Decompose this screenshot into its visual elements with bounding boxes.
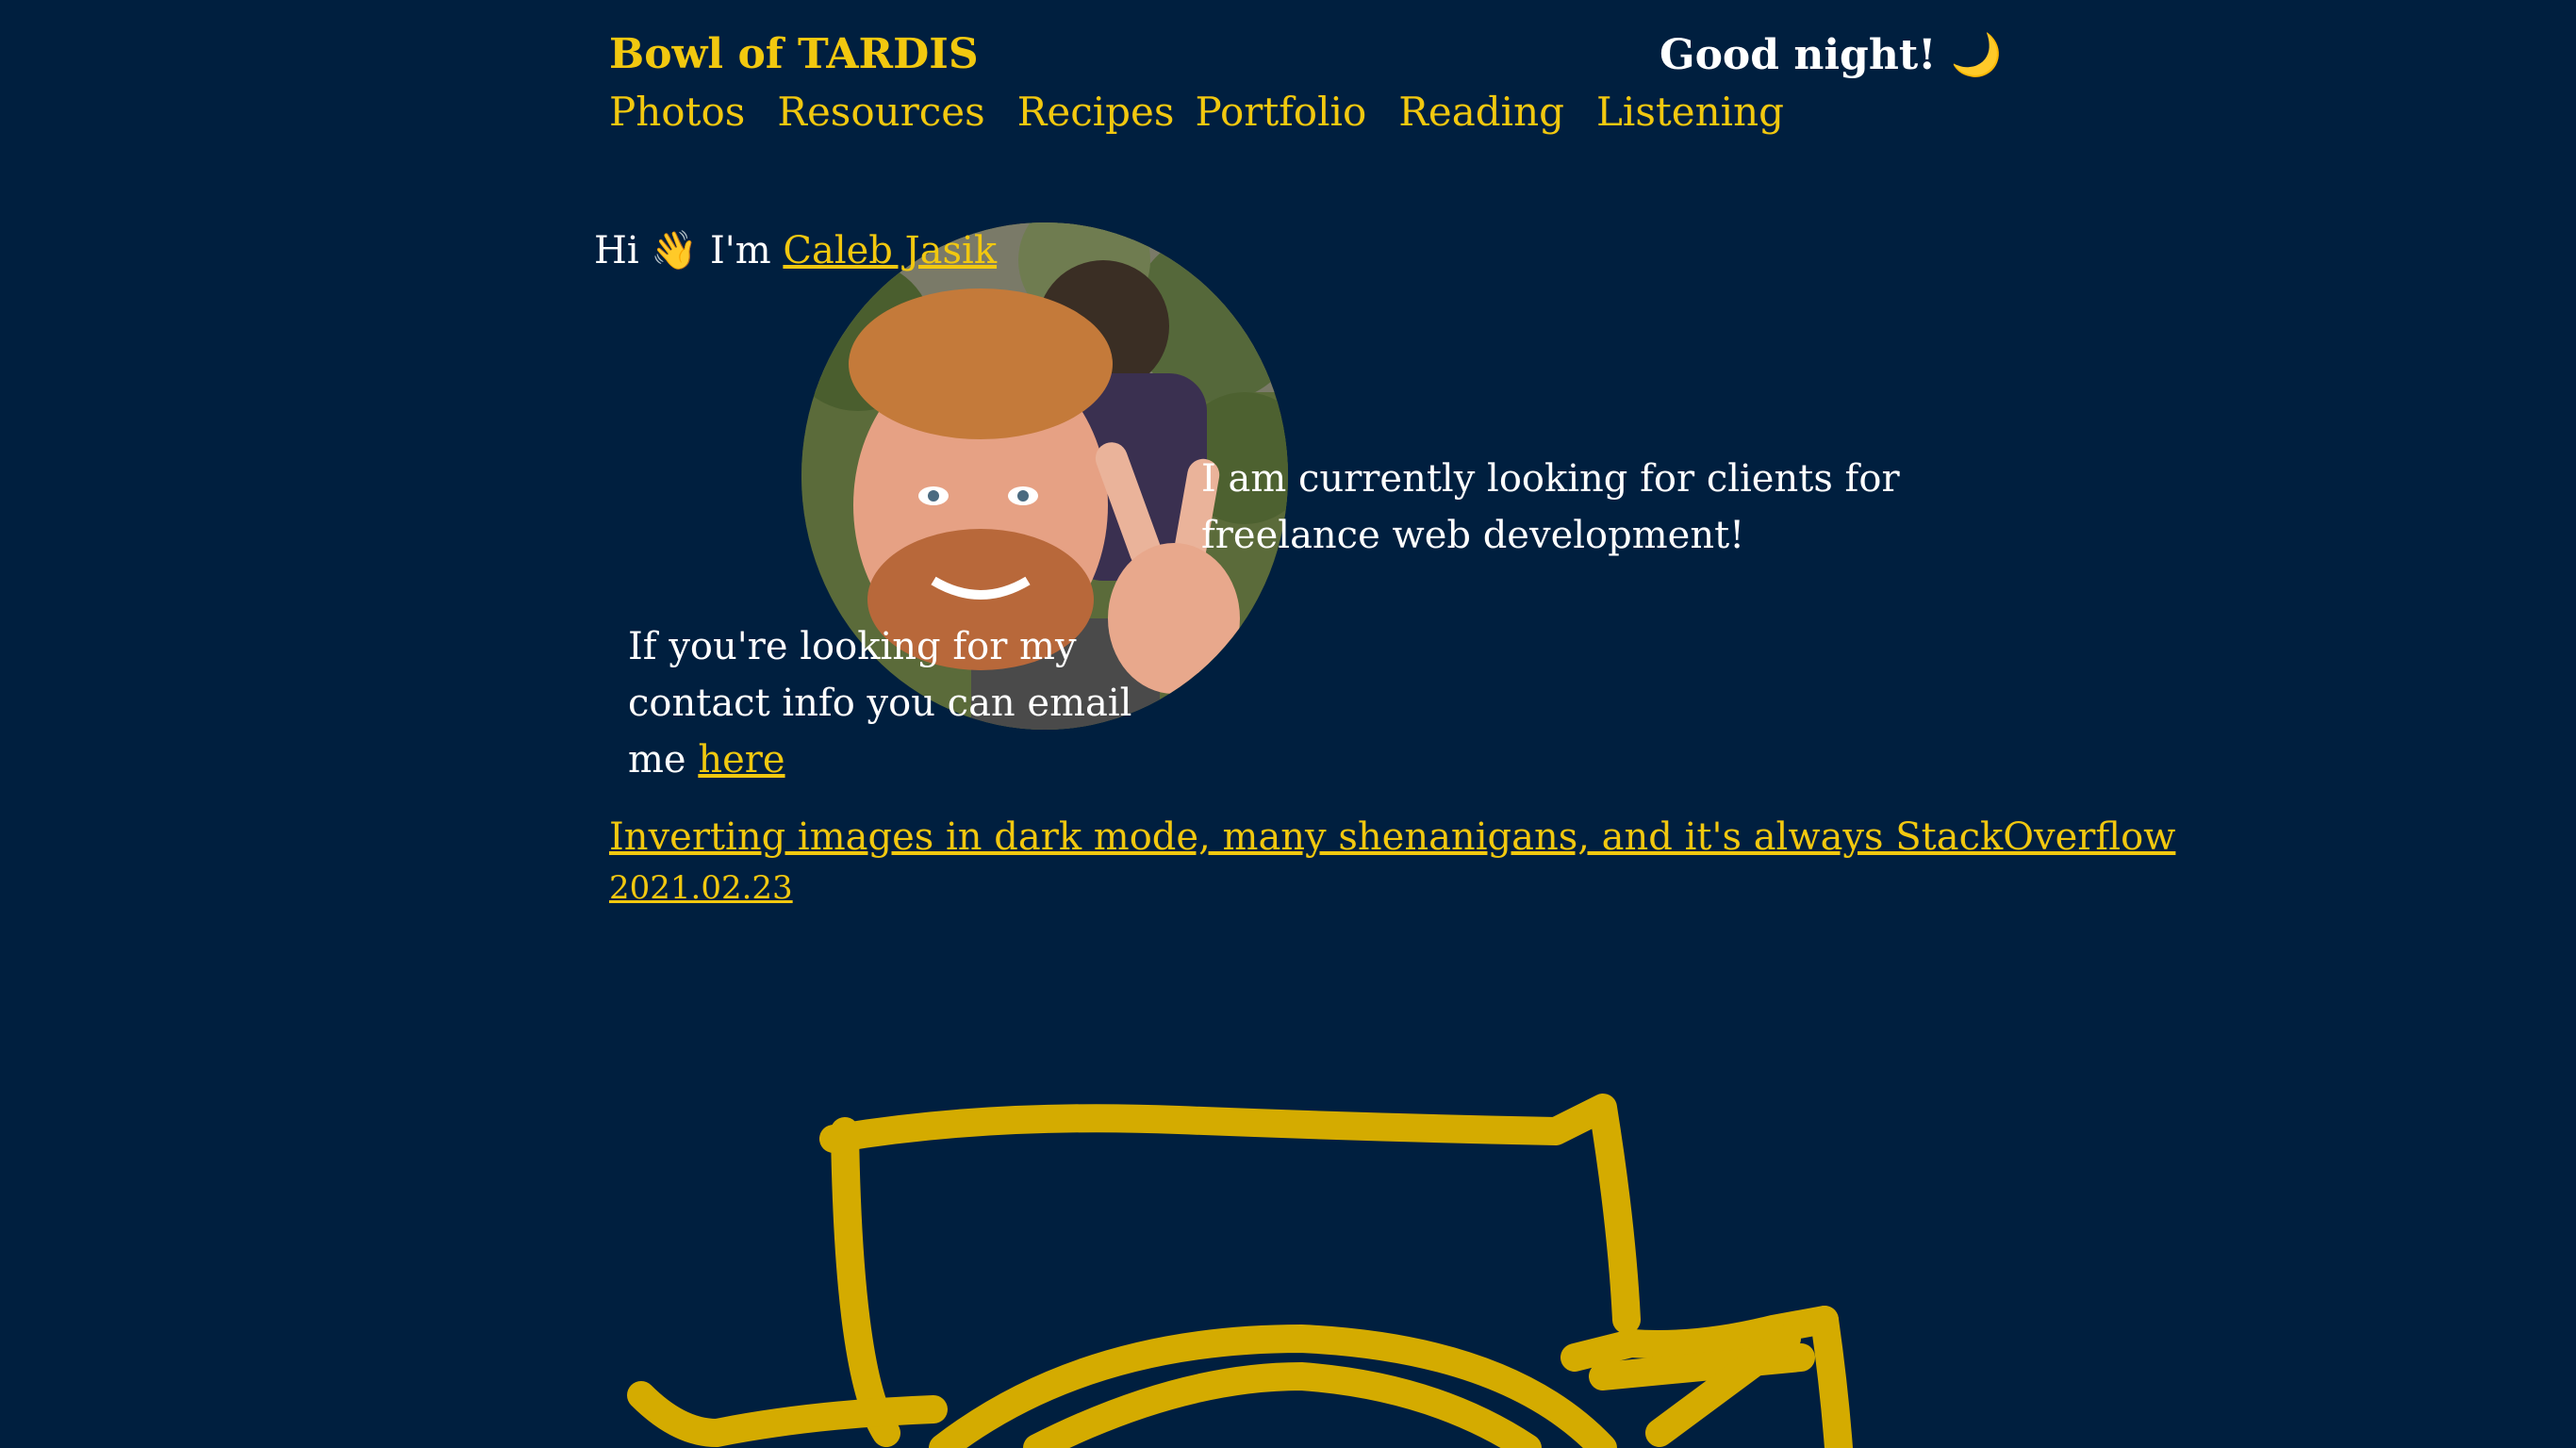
site-title-link[interactable]: Bowl of TARDIS	[609, 30, 979, 78]
wave-icon: 👋	[651, 229, 699, 272]
nav-portfolio[interactable]: Portfolio	[1195, 89, 1366, 135]
main-nav: Photos Resources Recipes Portfolio Readi…	[609, 89, 1784, 135]
nav-listening[interactable]: Listening	[1596, 89, 1784, 135]
intro-hi: Hi	[594, 229, 639, 272]
post-entry: Inverting images in dark mode, many shen…	[609, 809, 2175, 911]
moon-icon: 🌙	[1950, 31, 2003, 79]
contact-paragraph: If you're looking for my contact info yo…	[628, 618, 1194, 788]
page: Bowl of TARDIS Good night! 🌙 Photos Reso…	[0, 0, 2576, 1448]
greeting: Good night! 🌙	[1660, 30, 2003, 79]
intro-im: I'm	[709, 229, 771, 272]
nav-photos[interactable]: Photos	[609, 89, 745, 135]
post-title-link[interactable]: Inverting images in dark mode, many shen…	[609, 809, 2175, 865]
nav-resources[interactable]: Resources	[777, 89, 984, 135]
email-link[interactable]: here	[698, 738, 784, 782]
tardis-doodle	[627, 1094, 1853, 1448]
greeting-text: Good night!	[1660, 31, 1937, 79]
freelance-text: I am currently looking for clients for f…	[1201, 457, 1900, 557]
intro: Hi 👋 I'm Caleb Jasik	[594, 222, 997, 279]
nav-recipes[interactable]: Recipes	[1017, 89, 1175, 135]
author-name-link[interactable]: Caleb Jasik	[783, 229, 997, 272]
nav-reading[interactable]: Reading	[1398, 89, 1564, 135]
post-date-link[interactable]: 2021.02.23	[609, 865, 2175, 911]
